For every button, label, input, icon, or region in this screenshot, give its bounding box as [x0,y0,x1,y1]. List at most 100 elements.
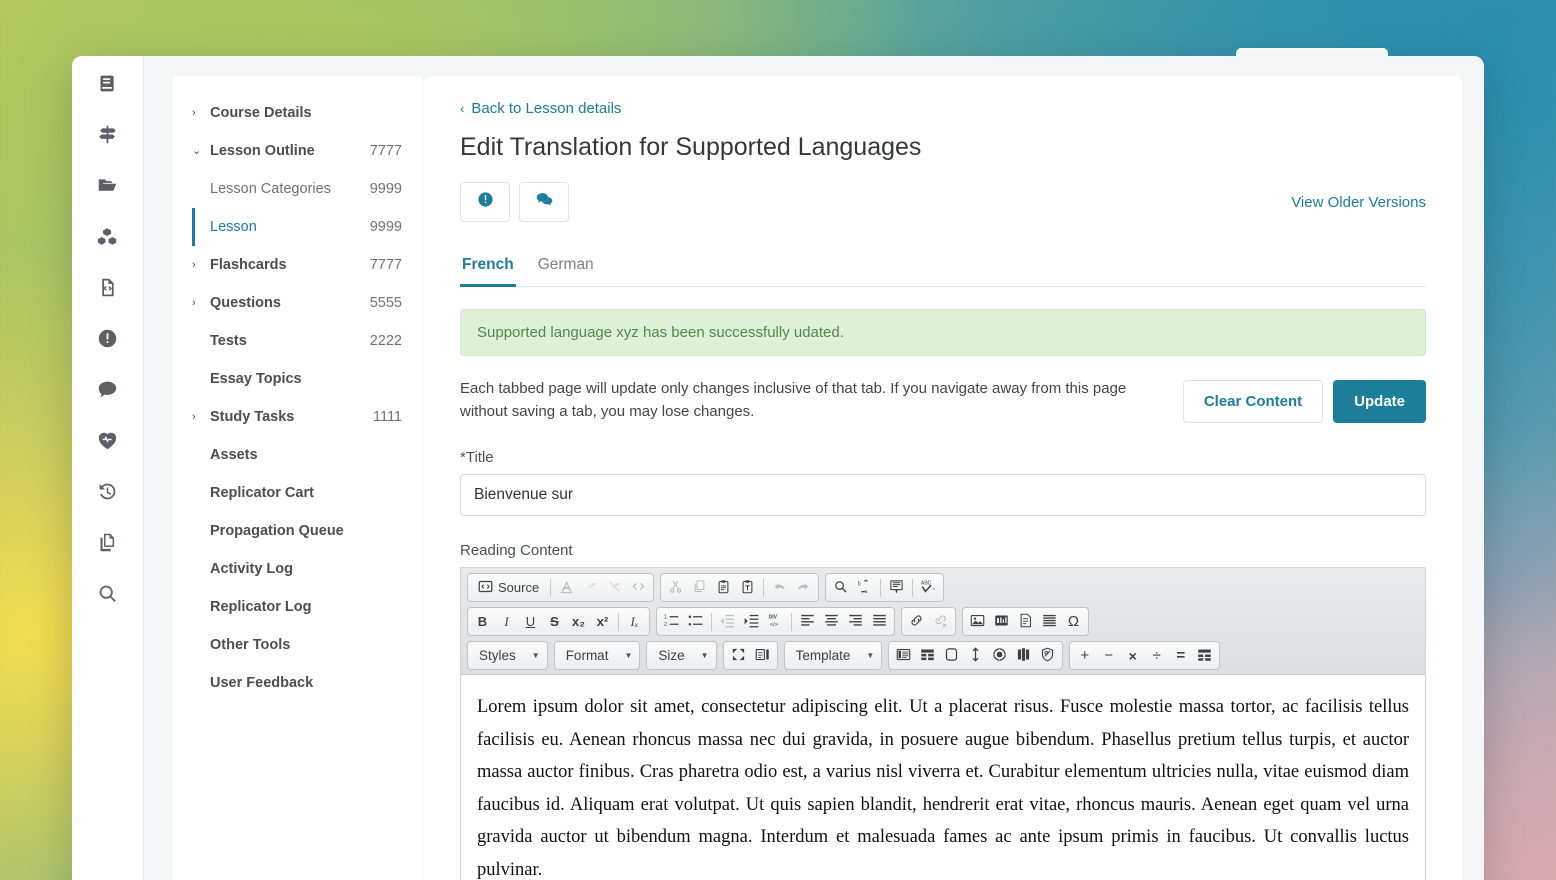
editor-flash-button[interactable] [990,610,1013,633]
editor-templates-button[interactable] [555,576,578,599]
rail-item-history[interactable] [88,474,128,508]
sidebar-item-essay-topics[interactable]: Essay Topics [172,360,424,398]
editor-link-button[interactable] [905,610,928,633]
editor-format-dropdown[interactable]: Format ▼ [553,641,641,670]
editor-horizontal-rule-button[interactable] [1038,610,1061,633]
sidebar-item-course-details[interactable]: › Course Details [172,94,424,132]
sidebar-item-tests[interactable]: Tests 2222 [172,322,424,360]
rail-item-duplicate[interactable] [88,525,128,559]
editor-copy-button[interactable] [688,576,711,599]
sidebar-item-flashcards[interactable]: › Flashcards 7777 [172,246,424,284]
editor-numbered-list-button[interactable]: 1. 2. [660,610,683,633]
title-input[interactable] [460,474,1426,516]
div-icon: DIV </> [768,613,783,630]
editor-columns-button[interactable] [1012,644,1035,667]
rail-item-search[interactable] [88,576,128,610]
sidebar-item-questions[interactable]: › Questions 5555 [172,284,424,322]
editor-indent-button[interactable] [740,610,763,633]
rail-item-directions[interactable] [88,117,128,151]
editor-plus-button[interactable]: + [1073,644,1096,667]
sidebar-item-count: 7777 [369,257,402,273]
editor-minus-button[interactable]: − [1097,644,1120,667]
tab-french[interactable]: French [460,248,516,287]
sidebar-item-study-tasks[interactable]: › Study Tasks 1111 [172,398,424,436]
editor-paste-button[interactable] [712,576,735,599]
editor-align-justify-button[interactable] [868,610,891,633]
editor-divide-button[interactable]: ÷ [1145,644,1168,667]
editor-matrix-button[interactable] [1193,644,1216,667]
editor-page-break-button[interactable] [1014,610,1037,633]
svg-text:b: b [858,580,861,587]
sidebar-item-user-feedback[interactable]: User Feedback [172,664,424,702]
tab-german[interactable]: German [536,248,596,287]
rail-item-folders[interactable] [88,168,128,202]
sidebar-item-replicator-cart[interactable]: Replicator Cart [172,474,424,512]
editor-maximize-button[interactable] [727,644,750,667]
editor-new-page-button[interactable] [603,576,626,599]
editor-equals-button[interactable]: = [1169,644,1192,667]
editor-content-area[interactable]: Lorem ipsum dolor sit amet, consectetur … [461,675,1425,880]
editor-align-right-button[interactable] [844,610,867,633]
editor-undo-button[interactable] [768,576,791,599]
editor-redo-button[interactable] [792,576,815,599]
editor-strike-button[interactable]: S [543,610,566,633]
editor-replace-button[interactable]: ba [853,576,876,599]
editor-unlink-button[interactable] [929,610,952,633]
editor-create-div-button[interactable]: DIV </> [764,610,787,633]
sidebar-item-lesson-outline[interactable]: ⌄ Lesson Outline 7777 [172,132,424,170]
editor-italic-button[interactable]: I [495,610,518,633]
editor-align-left-button[interactable] [796,610,819,633]
editor-underline-button[interactable]: U [519,610,542,633]
editor-size-dropdown[interactable]: Size ▼ [646,641,717,670]
editor-subscript-button[interactable]: x₂ [567,610,590,633]
sidebar-item-lesson-categories[interactable]: Lesson Categories 9999 [172,170,424,208]
rail-item-modules[interactable] [88,219,128,253]
editor-target-button[interactable] [988,644,1011,667]
paste-text-icon [740,579,755,596]
editor-spellcheck-button[interactable]: ABC [917,576,940,599]
rail-item-source[interactable] [88,270,128,304]
editor-paste-text-button[interactable] [736,576,759,599]
comments-button[interactable] [519,182,569,222]
editor-bold-button[interactable]: B [471,610,494,633]
align-right-icon [848,613,863,630]
sidebar-item-propagation-queue[interactable]: Propagation Queue [172,512,424,550]
rail-item-book[interactable] [88,66,128,100]
editor-special-char-button[interactable]: Ω [1062,610,1085,633]
editor-bulleted-list-button[interactable] [684,610,707,633]
update-button[interactable]: Update [1333,380,1426,423]
back-to-lesson-details-link[interactable]: ‹ Back to Lesson details [460,100,621,117]
editor-vertical-spacer-button[interactable] [964,644,987,667]
info-button[interactable] [460,182,510,222]
editor-grid-block-button[interactable] [916,644,939,667]
sidebar-item-assets[interactable]: Assets [172,436,424,474]
editor-superscript-button[interactable]: x² [591,610,614,633]
sidebar-item-replicator-log[interactable]: Replicator Log [172,588,424,626]
editor-select-all-button[interactable] [885,576,908,599]
chevron-down-icon: ▼ [866,651,875,660]
editor-show-blocks-button[interactable] [751,644,774,667]
rail-item-alerts[interactable] [88,321,128,355]
editor-multiply-button[interactable]: × [1121,644,1144,667]
editor-content-block-button[interactable] [892,644,915,667]
editor-outdent-button[interactable] [716,610,739,633]
editor-styles-dropdown[interactable]: Styles ▼ [467,641,548,670]
editor-remove-format-button[interactable]: Iₓ [623,610,646,633]
clear-content-button[interactable]: Clear Content [1182,380,1324,423]
editor-align-center-button[interactable] [820,610,843,633]
editor-template-dropdown[interactable]: Template ▼ [783,641,883,670]
editor-preview-button[interactable] [627,576,650,599]
editor-save-button[interactable] [579,576,602,599]
editor-badge-button[interactable] [1036,644,1059,667]
sidebar-item-lesson[interactable]: Lesson 9999 [172,208,424,246]
editor-find-button[interactable] [829,576,852,599]
editor-source-button[interactable]: Source [471,576,546,599]
editor-image-button[interactable] [966,610,989,633]
rail-item-comments[interactable] [88,372,128,406]
editor-cut-button[interactable] [664,576,687,599]
editor-rounded-box-button[interactable] [940,644,963,667]
sidebar-item-other-tools[interactable]: Other Tools [172,626,424,664]
sidebar-item-activity-log[interactable]: Activity Log [172,550,424,588]
view-older-versions-link[interactable]: View Older Versions [1291,194,1426,211]
rail-item-health[interactable] [88,423,128,457]
